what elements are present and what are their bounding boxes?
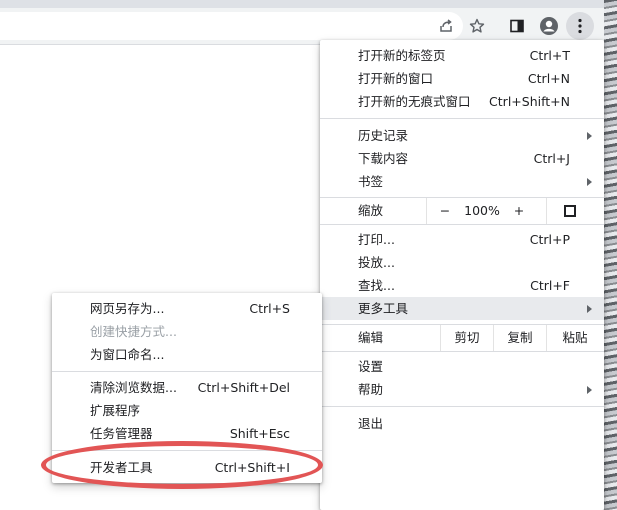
shortcut-label: Ctrl+S [249,301,290,316]
submenu-arrow-icon [587,178,592,186]
menu-item-label: 历史记录 [358,128,409,143]
submenu-item-clear-data[interactable]: 清除浏览数据... Ctrl+Shift+Del [52,376,322,399]
shortcut-label: Ctrl+Shift+N [489,94,570,109]
submenu-item-save-page[interactable]: 网页另存为... Ctrl+S [52,297,322,320]
menu-item-label: 网页另存为... [90,301,165,316]
edit-label: 编辑 [358,330,384,345]
menu-item-label: 查找... [358,278,395,293]
submenu-item-name-window[interactable]: 为窗口命名... [52,343,322,366]
menu-item-print[interactable]: 打印... Ctrl+P [320,228,604,251]
menu-item-label: 更多工具 [358,301,409,316]
menu-item-new-incognito[interactable]: 打开新的无痕式窗口 Ctrl+Shift+N [320,90,604,113]
menu-item-bookmarks[interactable]: 书签 [320,170,604,193]
shortcut-label: Ctrl+P [529,232,570,247]
zoom-label: 缩放 [358,203,384,218]
menu-item-new-tab[interactable]: 打开新的标签页 Ctrl+T [320,44,604,67]
kebab-menu-icon[interactable] [566,12,594,40]
menu-item-find[interactable]: 查找... Ctrl+F [320,274,604,297]
menu-item-new-window[interactable]: 打开新的窗口 Ctrl+N [320,67,604,90]
zoom-divider [546,198,547,224]
shortcut-label: Ctrl+F [530,278,570,293]
shortcut-label: Ctrl+J [533,151,570,166]
edit-row: 编辑 剪切 复制 粘贴 [320,325,604,351]
menu-item-label: 打开新的窗口 [358,71,434,86]
tab-strip [0,0,617,8]
address-bar[interactable] [0,12,463,40]
zoom-divider [426,198,427,224]
background-image-strip [604,0,617,510]
menu-item-label: 书签 [358,174,384,189]
menu-item-label: 清除浏览数据... [90,380,177,395]
menu-item-downloads[interactable]: 下载内容 Ctrl+J [320,147,604,170]
submenu-arrow-icon [587,305,592,313]
menu-item-exit[interactable]: 退出 [320,412,604,435]
menu-item-label: 帮助 [358,382,384,397]
cut-button[interactable]: 剪切 [441,325,493,351]
menu-separator [320,118,604,119]
menu-item-label: 下载内容 [358,151,409,166]
fullscreen-icon[interactable] [564,205,576,217]
menu-item-help[interactable]: 帮助 [320,378,604,401]
menu-item-label: 创建快捷方式... [90,324,177,339]
zoom-level: 100% [464,203,500,218]
zoom-out-button[interactable]: − [432,198,458,224]
share-icon[interactable] [432,12,460,40]
shortcut-label: Ctrl+Shift+Del [197,380,290,395]
submenu-item-create-shortcut: 创建快捷方式... [52,320,322,343]
submenu-item-extensions[interactable]: 扩展程序 [52,399,322,422]
zoom-in-button[interactable]: + [506,198,532,224]
menu-item-label: 打开新的无痕式窗口 [358,94,471,109]
menu-item-label: 设置 [358,359,384,374]
menu-item-label: 扩展程序 [90,403,141,418]
zoom-row: 缩放 − 100% + [320,198,604,224]
paste-button[interactable]: 粘贴 [547,325,603,351]
menu-item-cast[interactable]: 投放... [320,251,604,274]
shortcut-label: Ctrl+N [527,71,570,86]
menu-item-label: 为窗口命名... [90,347,165,362]
menu-item-more-tools[interactable]: 更多工具 [320,297,604,320]
copy-button[interactable]: 复制 [494,325,546,351]
menu-separator [320,351,604,352]
profile-icon[interactable] [535,12,563,40]
bookmark-star-icon[interactable] [463,12,491,40]
menu-separator [320,224,604,225]
menu-separator [52,371,322,372]
menu-item-history[interactable]: 历史记录 [320,124,604,147]
menu-item-settings[interactable]: 设置 [320,355,604,378]
submenu-arrow-icon [587,386,592,394]
menu-item-label: 退出 [358,416,384,431]
shortcut-label: Shift+Esc [229,426,290,441]
menu-item-label: 打印... [358,232,395,247]
chrome-main-menu: 打开新的标签页 Ctrl+T 打开新的窗口 Ctrl+N 打开新的无痕式窗口 C… [320,40,604,510]
menu-separator [320,406,604,407]
submenu-arrow-icon [587,132,592,140]
menu-item-label: 打开新的标签页 [358,48,446,63]
menu-item-label: 投放... [358,255,395,270]
side-panel-icon[interactable] [503,12,531,40]
shortcut-label: Ctrl+T [529,48,570,63]
annotation-highlight-ellipse [41,441,323,489]
